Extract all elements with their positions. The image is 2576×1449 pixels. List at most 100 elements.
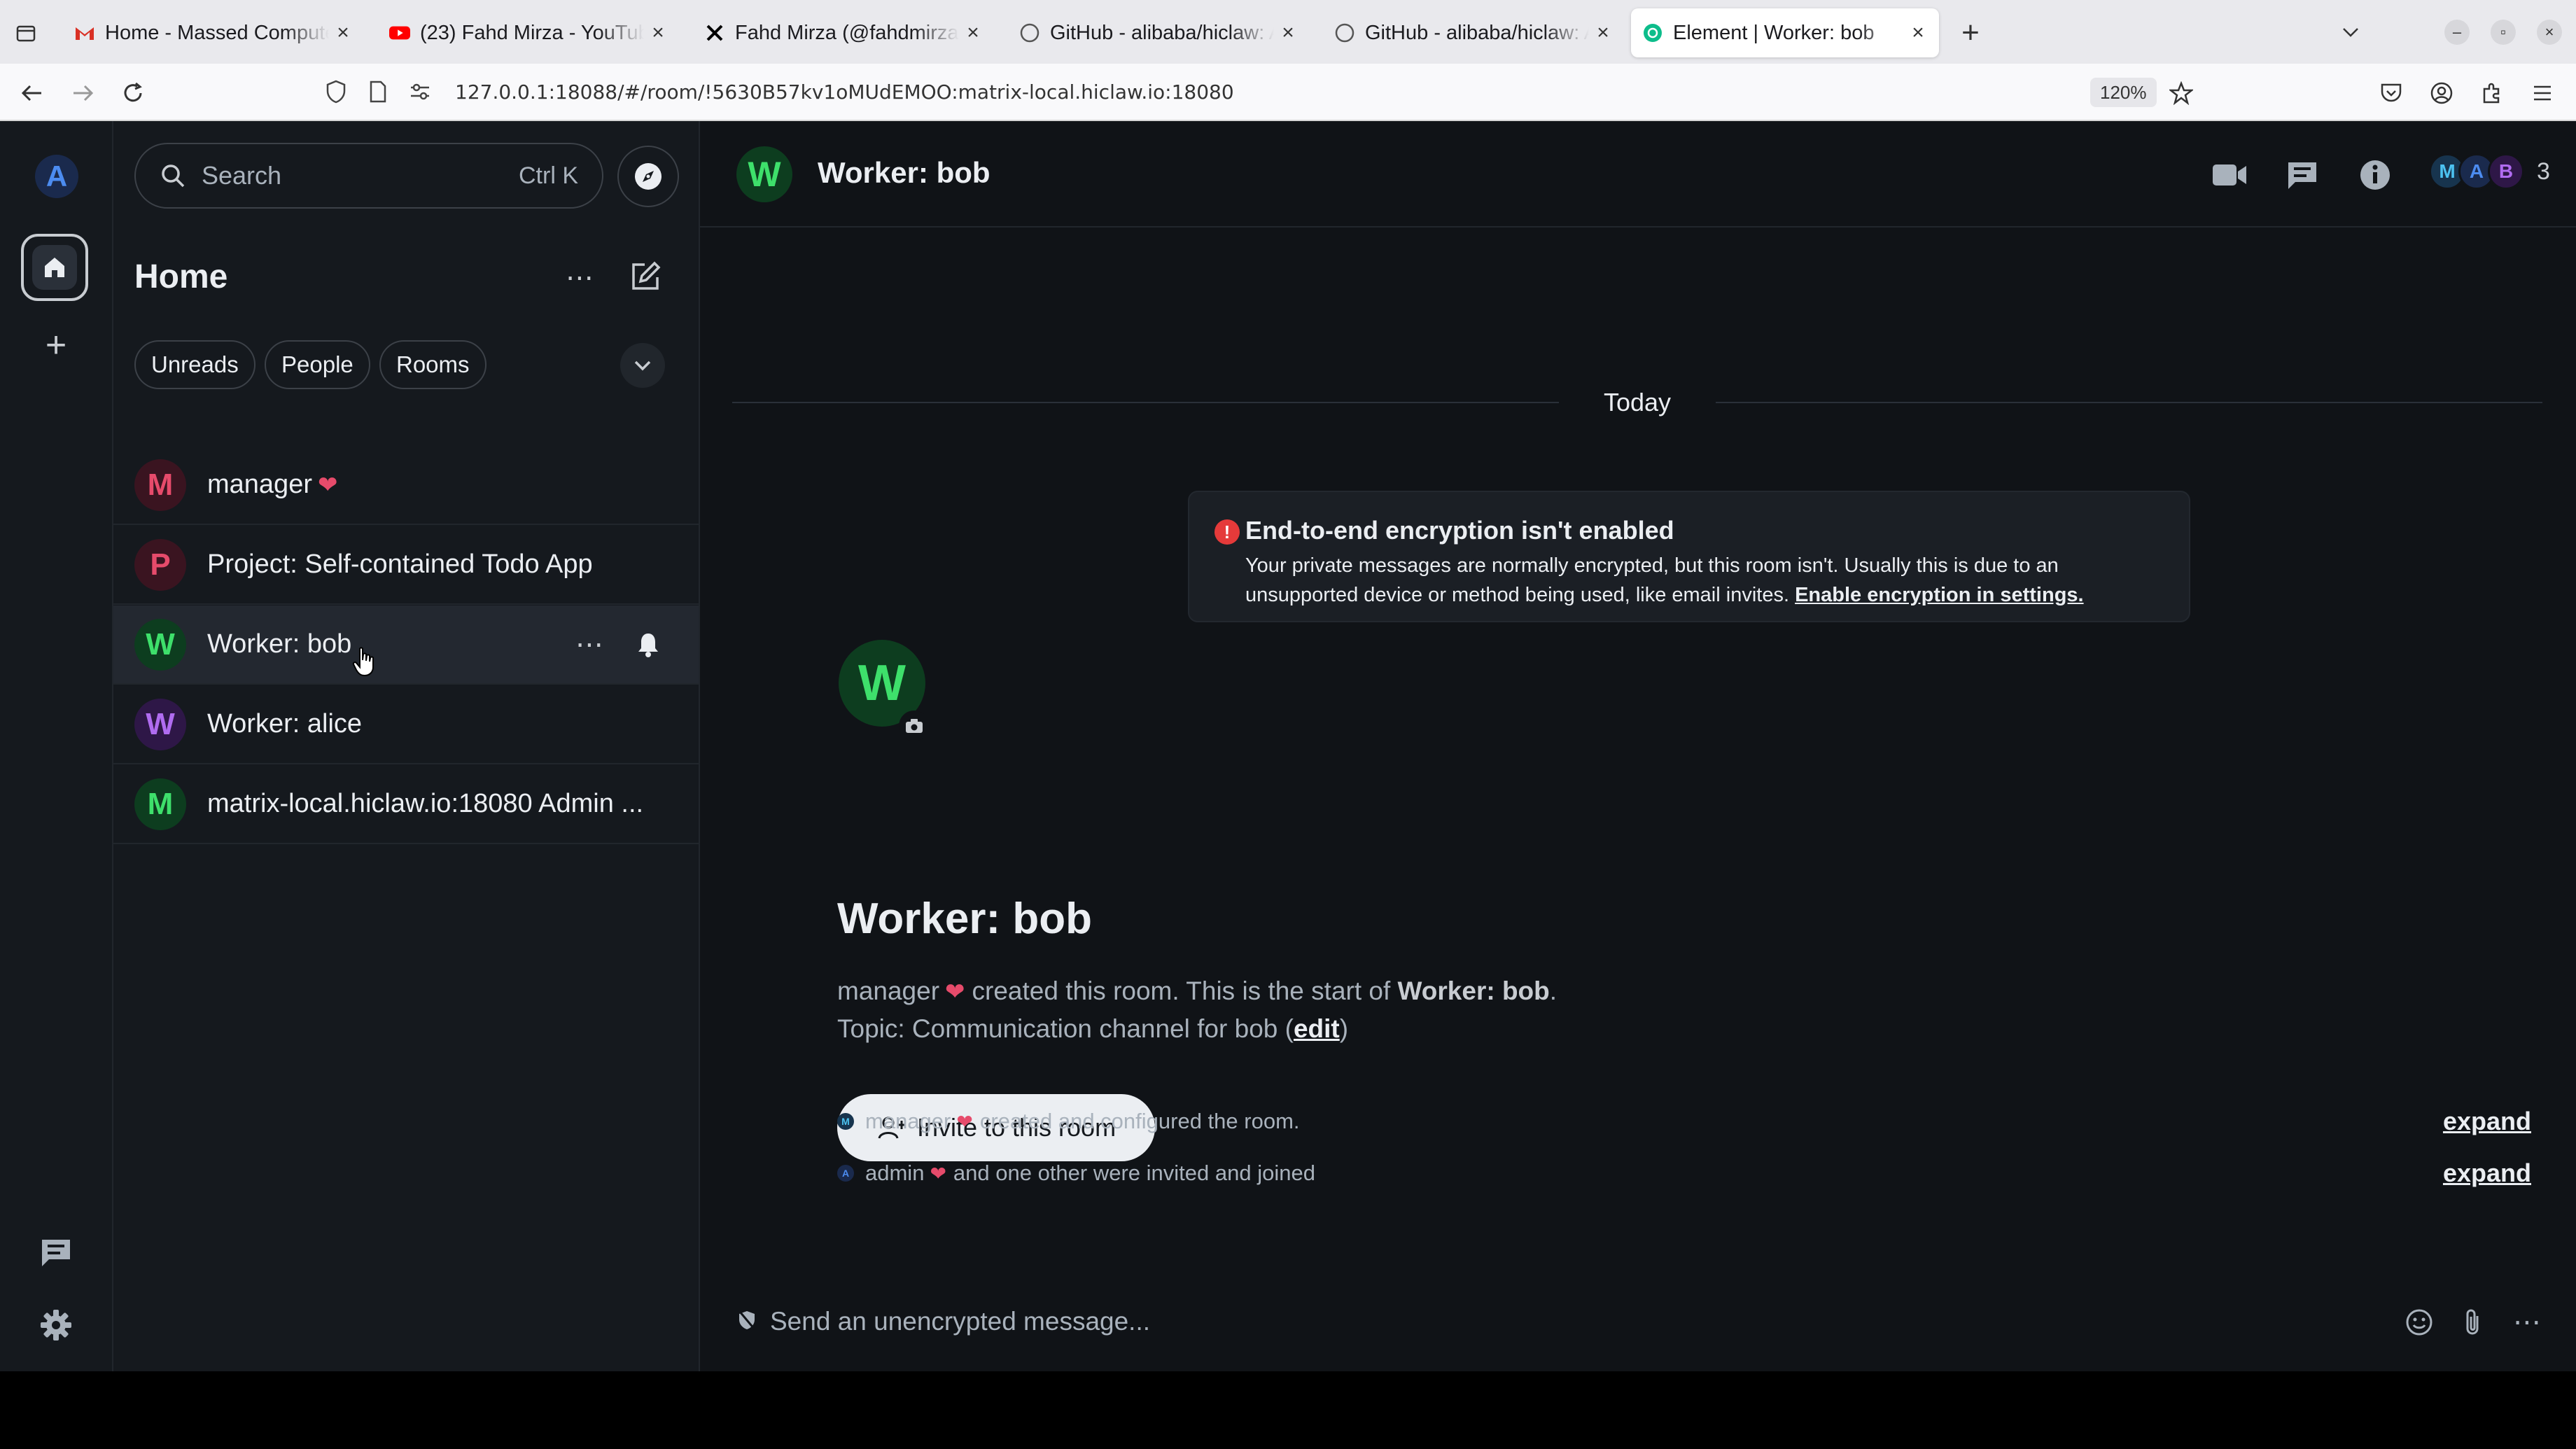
threads-icon[interactable] [35,1231,77,1273]
filter-unreads[interactable]: Unreads [134,340,255,389]
browser-tab[interactable]: GitHub - alibaba/hiclaw: A × [1323,8,1624,57]
edit-topic-link[interactable]: edit [1294,1014,1340,1043]
search-icon [160,162,186,189]
settings-gear-icon[interactable] [35,1304,77,1346]
youtube-icon [389,22,410,43]
more-options-ellipsis-icon[interactable]: ⋯ [2507,1303,2547,1342]
new-tab-button[interactable]: + [1953,15,1988,50]
expand-link[interactable]: expand [2443,1158,2531,1188]
extensions-icon[interactable] [2472,74,2512,113]
close-icon[interactable]: × [1278,21,1298,44]
tracking-shield-icon[interactable] [322,78,350,106]
date-label: Today [1603,388,1672,416]
room-item-admin[interactable]: M matrix-local.hiclaw.io:18080 Admin ... [113,765,699,844]
close-icon[interactable]: × [1908,21,1928,44]
user-avatar[interactable]: A [35,155,78,198]
room-name: manager ❤ [207,470,338,499]
pocket-icon[interactable] [2372,74,2411,113]
close-icon[interactable]: × [963,21,983,44]
room-options-ellipsis-icon[interactable]: ⋯ [568,624,610,666]
browser-tab[interactable]: GitHub - alibaba/hiclaw: A × [1008,8,1309,57]
bell-icon[interactable] [627,624,669,666]
browser-tab-active[interactable]: Element | Worker: bob × [1631,8,1939,57]
event-summary-row: A admin ❤ and one other were invited and … [837,1156,2531,1191]
attachment-paperclip-icon[interactable] [2453,1303,2492,1342]
browser-tab[interactable]: Fahd Mirza (@fahdmirza) / X × [693,8,994,57]
space-bar: A + [0,121,113,1371]
room-name: Worker: bob [207,629,352,659]
message-input[interactable] [770,1304,2310,1339]
url-bar[interactable]: 127.0.0.1:18088/#/room/!5630B57kv1oMUdEM… [322,69,2212,114]
video-call-icon[interactable] [2205,150,2254,200]
event-actor: manager [865,1109,951,1133]
room-header: W Worker: bob M A B 3 [700,121,2576,227]
emoji-icon[interactable] [2400,1303,2439,1342]
hamburger-menu-icon[interactable] [2523,74,2562,113]
tab-title: Home - Massed Compute [105,21,329,44]
close-icon[interactable]: × [333,21,353,44]
back-arrow-icon[interactable] [13,74,52,113]
compose-icon[interactable] [623,254,668,299]
room-item-manager[interactable]: M manager ❤ [113,446,699,525]
home-space-button[interactable] [21,234,88,301]
event-text: created and configured the room. [979,1109,1300,1133]
room-avatar: M [134,778,186,830]
tab-strip: Home - Massed Compute × (23) Fahd Mirza … [0,0,2576,64]
search-input[interactable]: Search Ctrl K [134,143,603,209]
search-shortcut: Ctrl K [519,162,578,189]
encryption-notice-title: End-to-end encryption isn't enabled [1245,516,1674,545]
room-header-title[interactable]: Worker: bob [818,156,990,190]
reload-icon[interactable] [113,74,153,113]
tab-title: GitHub - alibaba/hiclaw: A [1050,21,1274,44]
hand-cursor-icon [351,646,379,677]
unencrypted-shield-icon [736,1308,757,1332]
separator-line [732,402,1559,403]
enable-encryption-link[interactable]: Enable encryption in settings. [1795,584,2084,606]
forward-arrow-icon[interactable] [63,74,102,113]
tab-title: Fahd Mirza (@fahdmirza) / X [735,21,959,44]
browser-tab[interactable]: Home - Massed Compute × [63,8,364,57]
url-text: 127.0.0.1:18088/#/room/!5630B57kv1oMUdEM… [455,80,1234,104]
room-header-avatar[interactable]: W [736,146,792,202]
restore-icon[interactable]: ▫ [2491,20,2516,45]
room-intro-title: Worker: bob [837,895,1092,943]
member-facepile[interactable]: M A B 3 [2429,153,2550,190]
tab-overflow-chevron-icon[interactable] [2338,20,2363,45]
room-name: Worker: alice [207,709,363,738]
home-icon [32,245,77,290]
filter-people[interactable]: People [265,340,370,389]
github-icon [1019,22,1040,43]
tab-title: (23) Fahd Mirza - YouTube [420,21,644,44]
account-icon[interactable] [2422,74,2461,113]
permissions-icon[interactable] [406,78,434,106]
room-item-worker-alice[interactable]: W Worker: alice [113,685,699,764]
member-count: 3 [2537,158,2550,185]
tab-list-icon[interactable] [10,17,42,49]
room-intro-created: manager ❤ created this room. This is the s… [837,976,1558,1005]
heart-icon: ❤ [930,1162,946,1184]
bookmark-star-icon[interactable] [2162,74,2201,113]
element-icon [1642,22,1663,43]
threads-icon[interactable] [2278,150,2327,200]
create-space-plus-icon[interactable]: + [36,325,76,365]
browser-tab[interactable]: (23) Fahd Mirza - YouTube × [378,8,679,57]
event-text: and one other were invited and joined [953,1161,1315,1185]
room-item-project[interactable]: P Project: Self-contained Todo App [113,526,699,605]
room-view: W Worker: bob M A B 3 Today ! End-to-end… [700,121,2576,1371]
close-icon[interactable]: × [648,21,668,44]
room-list-panel: Search Ctrl K Home ⋯ Unreads People Room… [113,121,700,1371]
home-options-ellipsis-icon[interactable]: ⋯ [559,257,601,299]
room-info-icon[interactable] [2351,150,2400,200]
zoom-level[interactable]: 120% [2090,78,2157,107]
expand-link[interactable]: expand [2443,1107,2531,1136]
explore-rooms-compass-icon[interactable] [617,146,679,207]
camera-icon[interactable] [899,710,930,741]
page-info-icon[interactable] [364,78,392,106]
filter-rooms[interactable]: Rooms [379,340,486,389]
close-window-icon[interactable]: × [2537,20,2562,45]
minimize-icon[interactable]: – [2444,20,2470,45]
room-item-worker-bob[interactable]: W Worker: bob ⋯ [113,606,699,685]
close-icon[interactable]: × [1593,21,1613,44]
chevron-down-icon[interactable] [620,343,665,388]
browser-chrome: Home - Massed Compute × (23) Fahd Mirza … [0,0,2576,121]
